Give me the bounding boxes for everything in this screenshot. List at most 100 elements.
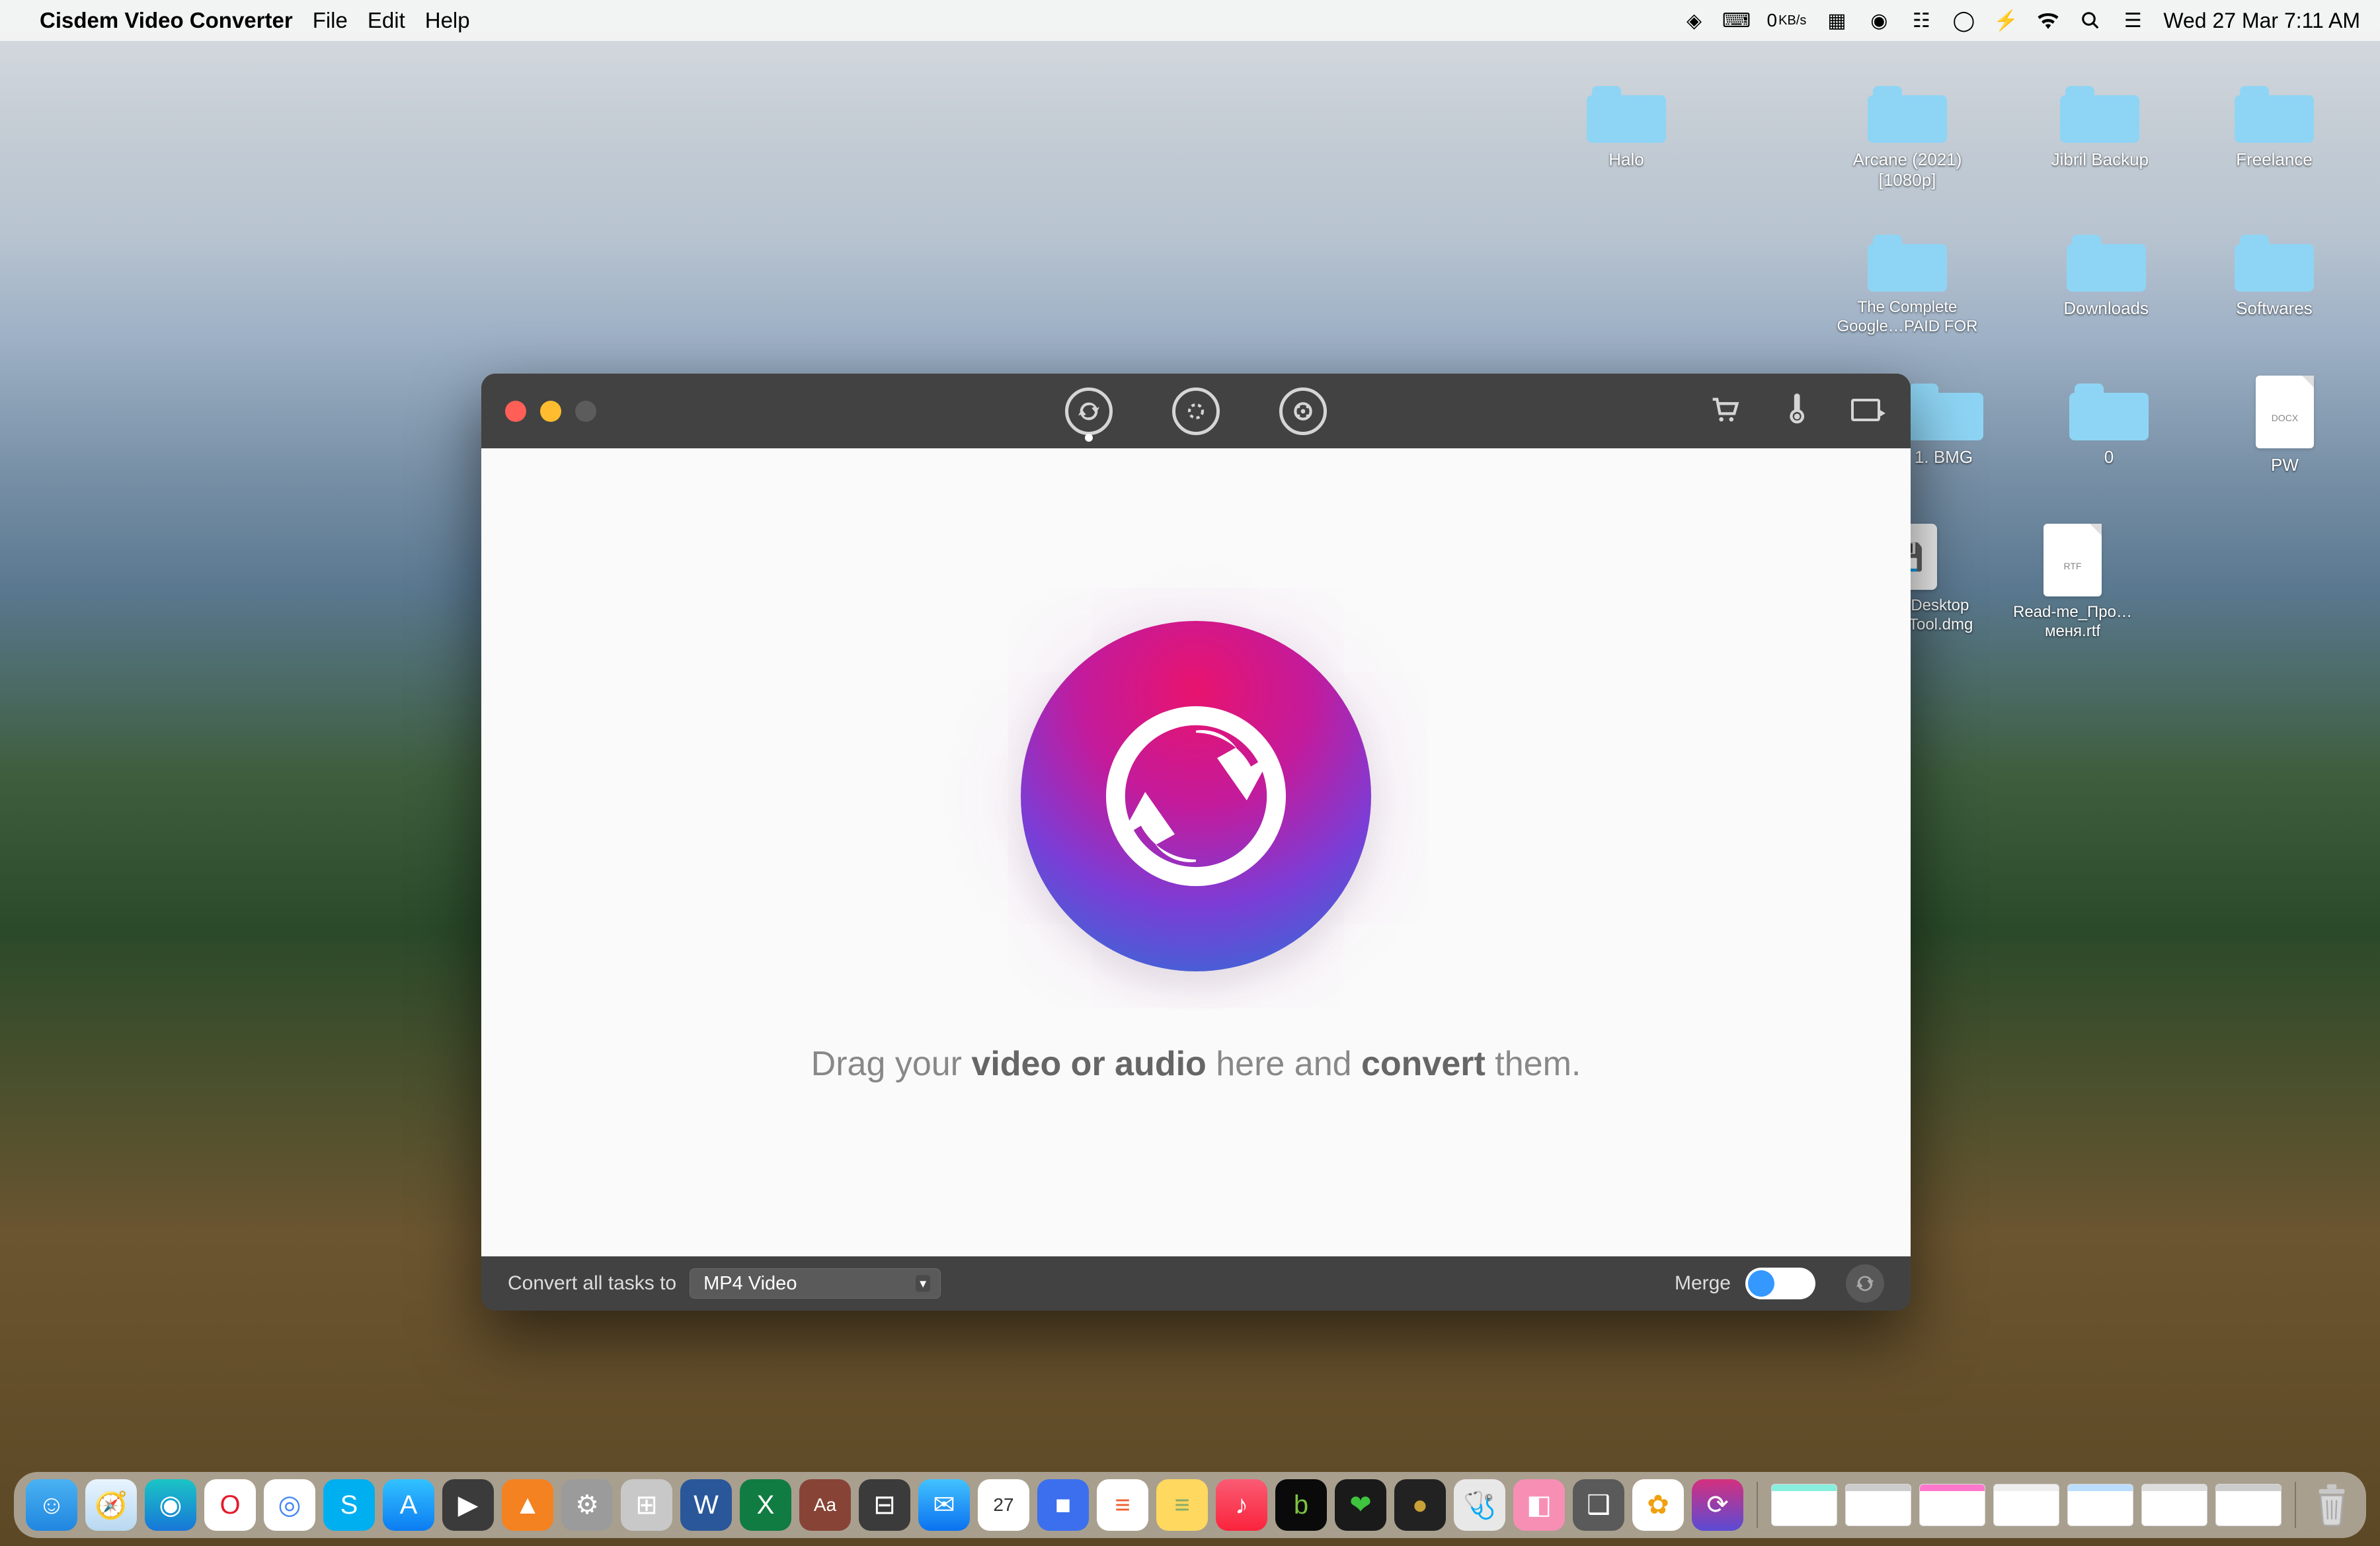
desktop-folder[interactable]: Downloads — [2063, 235, 2149, 319]
dock-app-opera[interactable]: O — [204, 1479, 256, 1531]
desktop-label: Read-me_Про…меня.rtf — [1997, 603, 2149, 641]
status-wifi-icon[interactable] — [2036, 9, 2060, 32]
window-close-button[interactable] — [505, 401, 526, 422]
dock-app-app-green[interactable]: b — [1275, 1479, 1327, 1531]
cart-icon[interactable] — [1707, 392, 1741, 430]
dock-app-cisdem[interactable]: ⟳ — [1692, 1479, 1743, 1531]
dock-app-safari[interactable]: 🧭 — [85, 1479, 137, 1531]
status-search-icon[interactable] — [2079, 9, 2102, 32]
dock-app-chrome[interactable]: ◎ — [264, 1479, 315, 1531]
desktop-folder[interactable]: Freelance — [2235, 86, 2314, 170]
dock-window-thumb[interactable] — [2067, 1484, 2133, 1526]
window-minimize-button[interactable] — [540, 401, 561, 422]
app-window: Drag your video or audio here and conver… — [481, 374, 1911, 1311]
dock-window-thumb[interactable] — [2215, 1484, 2281, 1526]
thermometer-icon[interactable] — [1778, 392, 1813, 430]
folder-icon — [1904, 384, 1983, 440]
dock-trash-icon[interactable] — [2309, 1479, 2354, 1531]
folder-icon — [2069, 384, 2149, 440]
status-screen-icon[interactable]: ▦ — [1825, 9, 1848, 32]
dock-app-reminders[interactable]: ≡ — [1097, 1479, 1148, 1531]
dock-app-app-pink[interactable]: ◧ — [1513, 1479, 1565, 1531]
menu-help[interactable]: Help — [425, 8, 470, 33]
status-control-center-icon[interactable]: ☰ — [2121, 9, 2145, 32]
dock-app-vlc[interactable]: ▲ — [502, 1479, 553, 1531]
dock-app-finder[interactable]: ☺ — [26, 1479, 77, 1531]
menubar-datetime[interactable]: Wed 27 Mar 7:11 AM — [2163, 9, 2360, 33]
desktop-label: Downloads — [2063, 298, 2149, 319]
dock-app-edge[interactable]: ◉ — [145, 1479, 196, 1531]
net-speed-unit: KB/s — [1778, 13, 1806, 28]
dock-app-utility[interactable]: 🩺 — [1454, 1479, 1505, 1531]
window-zoom-button[interactable] — [575, 401, 596, 422]
docx-icon: DOCX — [2256, 376, 2314, 448]
status-disk-icon[interactable]: ☷ — [1909, 9, 1933, 32]
tab-dvd-icon[interactable] — [1279, 387, 1327, 435]
desktop-folder[interactable]: The Complete Google…PAID FOR — [1831, 235, 1983, 337]
dock-app-parallels[interactable]: ❑ — [1573, 1479, 1624, 1531]
desktop-file-rtf[interactable]: RTF Read-me_Про…меня.rtf — [1997, 524, 2149, 641]
desktop-file-docx[interactable]: DOCX PW — [2256, 376, 2314, 475]
desktop-folder[interactable]: Softwares — [2235, 235, 2314, 319]
dock-app-app-gold[interactable]: ● — [1394, 1479, 1446, 1531]
start-convert-button[interactable] — [1846, 1264, 1884, 1303]
net-speed-value: 0 — [1767, 10, 1778, 31]
tab-download-icon[interactable] — [1172, 387, 1220, 435]
dock-app-music[interactable]: ♪ — [1216, 1479, 1267, 1531]
drop-instruction-text: Drag your video or audio here and conver… — [811, 1044, 1581, 1084]
desktop-label: 1. BMG — [1915, 447, 1973, 468]
dock-app-notes[interactable]: ≡ — [1156, 1479, 1208, 1531]
dock-window-thumb[interactable] — [1993, 1484, 2059, 1526]
menubar-app-name[interactable]: Cisdem Video Converter — [40, 8, 293, 33]
folder-icon — [1868, 235, 1947, 292]
format-select[interactable]: MP4 Video — [690, 1268, 941, 1299]
dock-app-skype[interactable]: S — [323, 1479, 375, 1531]
desktop-folder[interactable]: 1. BMG — [1904, 384, 1983, 468]
desktop-label: Halo — [1608, 149, 1644, 170]
folder-icon — [2235, 86, 2314, 143]
dock: ☺🧭◉O◎SA▶▲⚙⊞WXAa⊟✉27■≡≡♪b❤●🩺◧❑✿⟳ — [14, 1472, 2366, 1538]
tab-convert-icon[interactable] — [1065, 387, 1113, 435]
desktop-folder[interactable]: Jibril Backup — [2051, 86, 2149, 170]
dock-window-thumb[interactable] — [2141, 1484, 2207, 1526]
menu-file[interactable]: File — [313, 8, 348, 33]
dock-app-app-blue[interactable]: ■ — [1037, 1479, 1089, 1531]
status-app-icon[interactable]: ◈ — [1683, 9, 1706, 32]
dock-app-appstore[interactable]: A — [383, 1479, 434, 1531]
dock-app-photos[interactable]: ✿ — [1632, 1479, 1684, 1531]
merge-label: Merge — [1675, 1272, 1731, 1295]
dock-app-mail[interactable]: ✉ — [918, 1479, 970, 1531]
dock-app-word[interactable]: W — [680, 1479, 732, 1531]
menubar: Cisdem Video Converter File Edit Help ◈ … — [0, 0, 2380, 41]
dock-app-dictionary[interactable]: Aa — [799, 1479, 851, 1531]
status-user-icon[interactable]: ◯ — [1952, 9, 1975, 32]
desktop-label: Jibril Backup — [2051, 149, 2149, 170]
menu-edit[interactable]: Edit — [368, 8, 405, 33]
dock-app-launchpad[interactable]: ⊞ — [621, 1479, 672, 1531]
folder-icon — [1587, 86, 1666, 143]
dock-app-calendar[interactable]: 27 — [978, 1479, 1029, 1531]
status-sync-icon[interactable]: ◉ — [1867, 9, 1891, 32]
desktop-folder[interactable]: 0 — [2069, 384, 2149, 468]
dock-app-quicktime[interactable]: ▶ — [442, 1479, 494, 1531]
dock-app-calculator[interactable]: ⊟ — [859, 1479, 910, 1531]
status-battery-icon[interactable]: ⚡ — [1994, 9, 2018, 32]
merge-toggle[interactable] — [1745, 1268, 1815, 1299]
output-folder-icon[interactable] — [1850, 392, 1887, 430]
status-network-speed[interactable]: 0KB/s — [1767, 10, 1807, 31]
dock-window-thumb[interactable] — [1919, 1484, 1985, 1526]
dock-separator — [2295, 1482, 2296, 1528]
desktop-folder-halo[interactable]: Halo — [1587, 86, 1666, 170]
app-logo-icon — [1021, 621, 1371, 971]
dock-app-health[interactable]: ❤ — [1335, 1479, 1386, 1531]
rtf-icon: RTF — [2043, 524, 2102, 596]
dock-app-excel[interactable]: X — [740, 1479, 791, 1531]
desktop-folder[interactable]: Arcane (2021) [1080p] — [1831, 86, 1983, 190]
dock-separator — [1757, 1482, 1758, 1528]
dock-window-thumb[interactable] — [1771, 1484, 1837, 1526]
dock-window-thumb[interactable] — [1845, 1484, 1911, 1526]
dock-app-settings[interactable]: ⚙ — [561, 1479, 613, 1531]
app-drop-zone[interactable]: Drag your video or audio here and conver… — [481, 448, 1911, 1256]
status-keyboard-icon[interactable]: ⌨ — [1725, 9, 1749, 32]
app-tool-icons — [1707, 392, 1887, 430]
